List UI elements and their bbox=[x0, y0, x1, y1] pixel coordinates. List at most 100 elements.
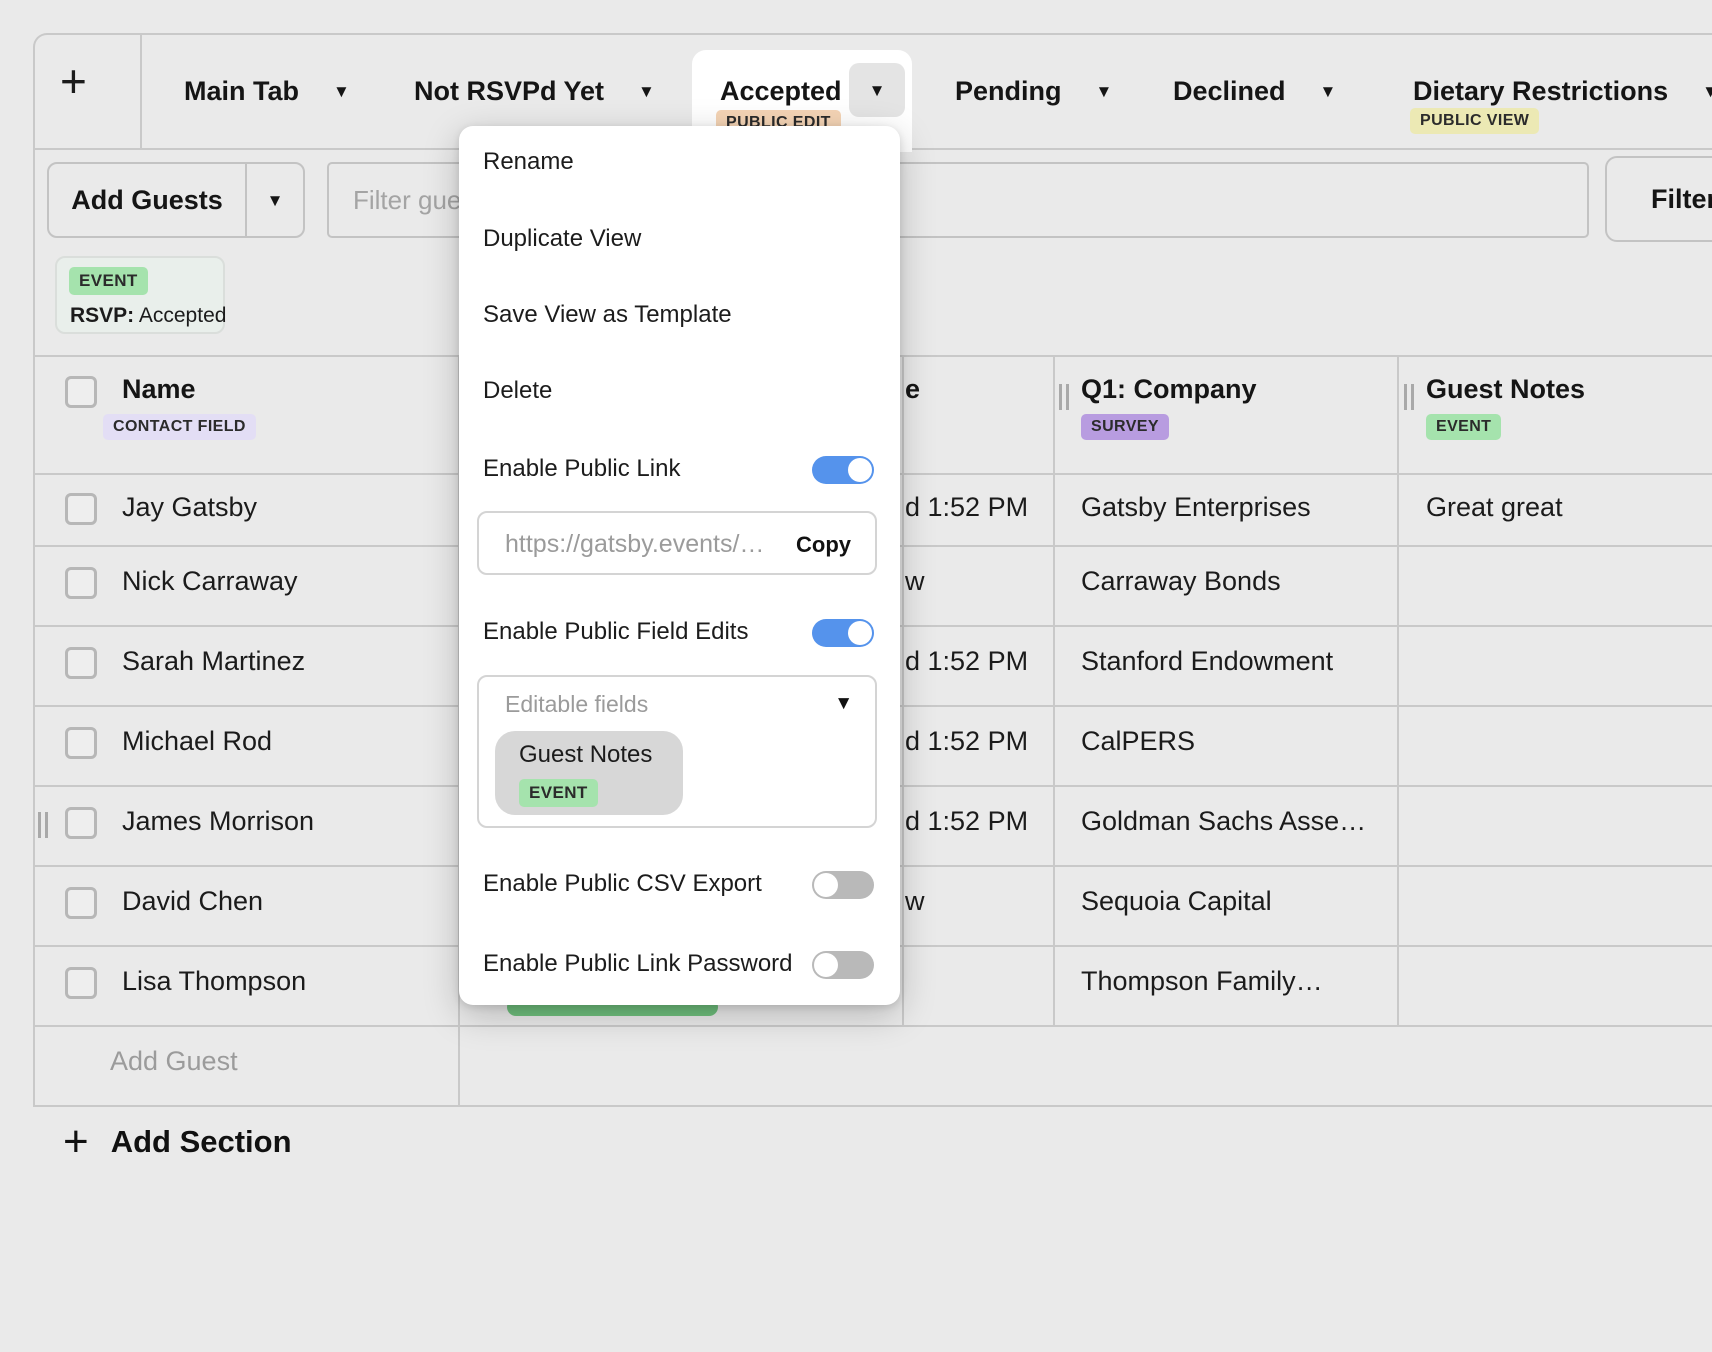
company-cell[interactable]: CalPERS bbox=[1081, 726, 1195, 757]
rsvp-date-cell[interactable]: w bbox=[905, 566, 925, 597]
company-cell[interactable]: Sequoia Capital bbox=[1081, 886, 1272, 917]
drag-handle-icon[interactable] bbox=[1059, 384, 1071, 410]
guest-notes-cell[interactable]: Great great bbox=[1426, 492, 1563, 523]
enable-public-field-edits-label: Enable Public Field Edits bbox=[483, 618, 748, 650]
guest-name-cell[interactable]: David Chen bbox=[122, 886, 263, 917]
guest-name-cell[interactable]: Michael Rod bbox=[122, 726, 272, 757]
public-link-url-box[interactable]: https://gatsby.events/… Copy bbox=[477, 511, 877, 575]
tab-label: Dietary Restrictions bbox=[1413, 76, 1668, 107]
view-options-menu: Rename Duplicate View Save View as Templ… bbox=[459, 126, 900, 1005]
table-gridline bbox=[33, 1025, 1712, 1027]
guest-name-cell[interactable]: Sarah Martinez bbox=[122, 646, 305, 677]
tab-label: Main Tab bbox=[184, 76, 299, 107]
add-guests-button[interactable]: Add Guests bbox=[49, 164, 247, 236]
filter-chip-value: Accepted bbox=[134, 304, 226, 327]
toggle-knob bbox=[814, 873, 838, 897]
menu-item-rename[interactable]: Rename bbox=[483, 148, 574, 180]
company-cell[interactable]: Gatsby Enterprises bbox=[1081, 492, 1311, 523]
filter-button[interactable]: Filter bbox=[1605, 156, 1712, 242]
column-divider bbox=[1053, 355, 1055, 1025]
tab-label: Declined bbox=[1173, 76, 1286, 107]
tab-options-button[interactable]: ▼ bbox=[849, 63, 905, 117]
survey-badge: SURVEY bbox=[1081, 414, 1169, 440]
guest-name-cell[interactable]: James Morrison bbox=[122, 806, 314, 837]
company-cell[interactable]: Stanford Endowment bbox=[1081, 646, 1333, 677]
enable-public-link-password-label: Enable Public Link Password bbox=[483, 950, 793, 982]
enable-public-csv-export-toggle[interactable] bbox=[812, 871, 874, 899]
select-all-checkbox[interactable] bbox=[65, 376, 97, 408]
chevron-down-icon[interactable]: ▼ bbox=[1702, 83, 1712, 100]
company-cell[interactable]: Carraway Bonds bbox=[1081, 566, 1281, 597]
row-checkbox[interactable] bbox=[65, 567, 97, 599]
tab-not-rsvpd-yet[interactable]: Not RSVPd Yet ▼ bbox=[414, 76, 655, 107]
event-badge: EVENT bbox=[69, 267, 148, 295]
active-filter-chip[interactable]: EVENT RSVP: Accepted bbox=[55, 256, 225, 334]
drag-handle-icon[interactable] bbox=[1404, 384, 1416, 410]
guest-name-cell[interactable]: Nick Carraway bbox=[122, 566, 298, 597]
copy-link-button[interactable]: Copy bbox=[796, 532, 851, 558]
rsvp-date-cell[interactable]: w bbox=[905, 886, 925, 917]
chevron-down-icon[interactable]: ▼ bbox=[333, 83, 350, 100]
rsvp-date-cell[interactable]: d 1:52 PM bbox=[905, 726, 1028, 757]
add-guests-split-button[interactable]: Add Guests ▼ bbox=[47, 162, 305, 238]
row-checkbox[interactable] bbox=[65, 887, 97, 919]
enable-public-csv-export-label: Enable Public CSV Export bbox=[483, 870, 762, 902]
tab-declined[interactable]: Declined ▼ bbox=[1173, 76, 1336, 107]
menu-item-save-view-as-template[interactable]: Save View as Template bbox=[483, 301, 732, 333]
guest-name-cell[interactable]: Lisa Thompson bbox=[122, 966, 306, 997]
table-left-border bbox=[33, 140, 35, 1106]
tab-label: Pending bbox=[955, 76, 1062, 107]
row-checkbox[interactable] bbox=[65, 967, 97, 999]
menu-item-delete[interactable]: Delete bbox=[483, 377, 552, 409]
column-header-guest-notes: Guest Notes bbox=[1426, 374, 1585, 405]
enable-public-link-password-toggle[interactable] bbox=[812, 951, 874, 979]
toggle-knob bbox=[848, 458, 872, 482]
filter-button-label: Filter bbox=[1651, 184, 1712, 215]
toggle-knob bbox=[848, 621, 872, 645]
rsvp-date-cell[interactable]: d 1:52 PM bbox=[905, 806, 1028, 837]
company-cell[interactable]: Goldman Sachs Asse… bbox=[1081, 806, 1366, 837]
rsvp-date-cell[interactable]: d 1:52 PM bbox=[905, 492, 1028, 523]
chevron-down-icon[interactable]: ▼ bbox=[834, 693, 853, 715]
filter-chip-label: RSVP: Accepted bbox=[70, 304, 226, 328]
column-divider bbox=[902, 355, 904, 1025]
tab-pending[interactable]: Pending ▼ bbox=[955, 76, 1112, 107]
add-section-button[interactable]: + Add Section bbox=[63, 1118, 292, 1166]
chevron-down-icon[interactable]: ▼ bbox=[1096, 83, 1113, 100]
tab-main-tab[interactable]: Main Tab ▼ bbox=[184, 76, 350, 107]
add-guest-row[interactable]: Add Guest bbox=[110, 1046, 238, 1077]
add-section-label: Add Section bbox=[111, 1124, 292, 1160]
chevron-down-icon[interactable]: ▼ bbox=[638, 83, 655, 100]
contact-field-badge: CONTACT FIELD bbox=[103, 414, 256, 440]
public-view-badge: PUBLIC VIEW bbox=[1410, 108, 1539, 134]
plus-icon: + bbox=[63, 1118, 89, 1166]
event-badge: EVENT bbox=[1426, 414, 1501, 440]
enable-public-field-edits-toggle[interactable] bbox=[812, 619, 874, 647]
editable-fields-select[interactable]: Editable fields ▼ Guest Notes EVENT bbox=[477, 675, 877, 828]
editable-fields-placeholder: Editable fields bbox=[505, 691, 648, 718]
chevron-down-icon[interactable]: ▼ bbox=[1320, 83, 1337, 100]
row-checkbox[interactable] bbox=[65, 807, 97, 839]
toggle-knob bbox=[814, 953, 838, 977]
company-cell[interactable]: Thompson Family… bbox=[1081, 966, 1323, 997]
menu-item-duplicate-view[interactable]: Duplicate View bbox=[483, 225, 641, 257]
add-view-button[interactable]: + bbox=[60, 58, 87, 104]
filter-chip-field: RSVP: bbox=[70, 304, 134, 327]
row-checkbox[interactable] bbox=[65, 727, 97, 759]
enable-public-link-label: Enable Public Link bbox=[483, 455, 680, 487]
tab-label: Accepted bbox=[720, 76, 842, 107]
guest-name-cell[interactable]: Jay Gatsby bbox=[122, 492, 257, 523]
enable-public-link-toggle[interactable] bbox=[812, 456, 874, 484]
add-guests-dropdown-button[interactable]: ▼ bbox=[247, 164, 303, 236]
row-checkbox[interactable] bbox=[65, 493, 97, 525]
tab-dietary-restrictions[interactable]: Dietary Restrictions ▼ bbox=[1413, 76, 1712, 107]
row-drag-handle-icon[interactable] bbox=[38, 812, 50, 838]
rsvp-date-cell[interactable]: d 1:52 PM bbox=[905, 646, 1028, 677]
column-header-company: Q1: Company bbox=[1081, 374, 1257, 405]
column-divider bbox=[1397, 355, 1399, 1025]
chevron-down-icon: ▼ bbox=[267, 192, 284, 209]
row-checkbox[interactable] bbox=[65, 647, 97, 679]
editable-field-chip[interactable]: Guest Notes EVENT bbox=[495, 731, 683, 815]
column-header-name: Name bbox=[122, 374, 196, 405]
table-gridline bbox=[33, 1105, 1712, 1107]
